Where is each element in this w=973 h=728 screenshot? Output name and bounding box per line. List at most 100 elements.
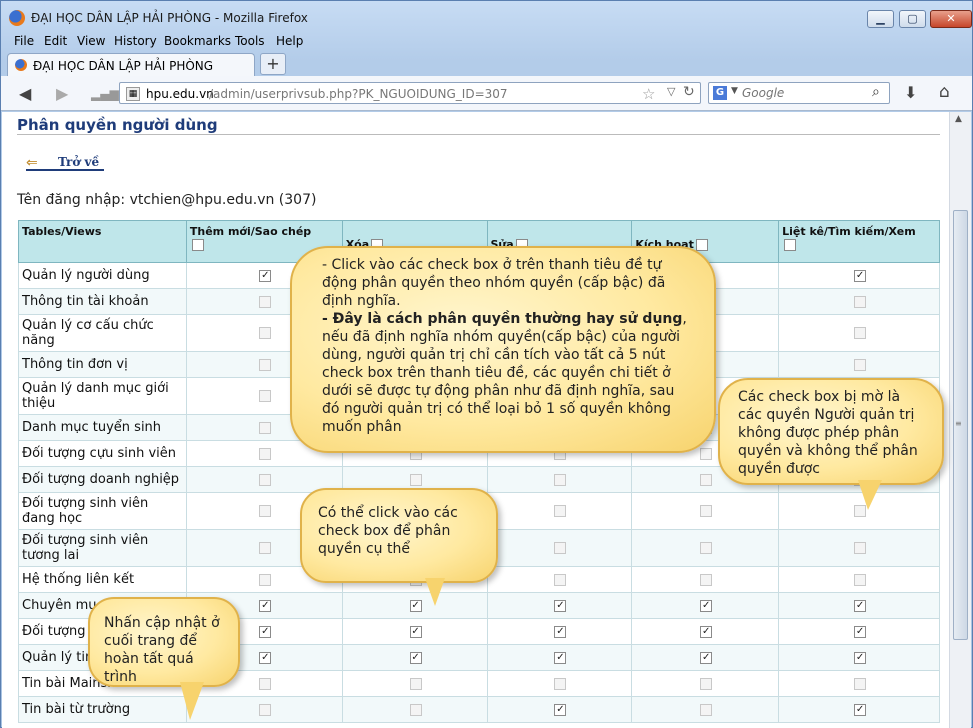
back-label: Trở về bbox=[58, 155, 100, 169]
permission-checkbox[interactable] bbox=[554, 599, 567, 612]
permission-checkbox bbox=[854, 327, 867, 339]
permission-checkbox[interactable] bbox=[700, 625, 713, 638]
permission-checkbox bbox=[259, 677, 272, 690]
callout-disabled-text: Các check box bị mờ là các quyền Người q… bbox=[738, 389, 918, 477]
menu-view[interactable]: View bbox=[77, 34, 105, 48]
permission-cell bbox=[631, 644, 780, 671]
row-label: Đối tượng sinh viên tương lai bbox=[18, 529, 187, 567]
permission-checkbox[interactable] bbox=[554, 703, 567, 716]
permission-checkbox[interactable] bbox=[554, 625, 567, 638]
row-label: Quản lý cơ cấu chức năng bbox=[18, 314, 187, 352]
url-dropdown-icon[interactable]: ▽ bbox=[667, 85, 675, 98]
permission-checkbox bbox=[700, 473, 713, 486]
permission-checkbox[interactable] bbox=[259, 269, 272, 282]
tab-hpu[interactable]: ĐẠI HỌC DÂN LẬP HẢI PHÒNG bbox=[7, 53, 255, 77]
permission-cell bbox=[631, 618, 780, 645]
header-add-checkbox[interactable] bbox=[191, 239, 204, 251]
permission-cell bbox=[341, 592, 488, 619]
permission-checkbox bbox=[700, 573, 713, 586]
menu-bar: File Edit View History Bookmarks Tools H… bbox=[1, 33, 972, 52]
permission-checkbox[interactable] bbox=[259, 599, 272, 612]
permission-checkbox[interactable] bbox=[854, 703, 867, 716]
navigation-toolbar: ◀ ▶ ▂▄▆ ▦ hpu.edu.vn /admin/userprivsub.… bbox=[1, 76, 972, 111]
favicon-icon bbox=[15, 59, 27, 71]
permission-checkbox bbox=[259, 327, 272, 339]
row-label: Đối tượng cựu sinh viên bbox=[18, 440, 187, 467]
permission-cell bbox=[185, 696, 343, 723]
header-activate-checkbox[interactable] bbox=[695, 239, 708, 251]
new-tab-button[interactable]: + bbox=[260, 53, 286, 75]
permission-checkbox[interactable] bbox=[700, 599, 713, 612]
permission-cell bbox=[778, 529, 940, 567]
menu-history[interactable]: History bbox=[114, 34, 157, 48]
permission-cell bbox=[631, 566, 780, 593]
vertical-scrollbar[interactable]: ▲ ≡ bbox=[949, 112, 971, 728]
menu-help[interactable]: Help bbox=[276, 34, 303, 48]
download-icon[interactable]: ⬇ bbox=[904, 83, 917, 102]
row-label: Thông tin đơn vị bbox=[18, 351, 187, 378]
callout-disabled-tail bbox=[858, 480, 882, 510]
header-list-checkbox[interactable] bbox=[784, 239, 797, 251]
engine-dropdown-icon[interactable]: ▼ bbox=[731, 86, 738, 96]
search-bar: G ▼ ⌕ bbox=[708, 82, 890, 104]
permission-checkbox[interactable] bbox=[554, 651, 567, 664]
permission-cell bbox=[486, 566, 633, 593]
permission-checkbox bbox=[854, 295, 867, 308]
permission-cell bbox=[341, 670, 488, 697]
permission-cell bbox=[778, 566, 940, 593]
permission-checkbox[interactable] bbox=[854, 625, 867, 638]
maximize-button[interactable]: ▢ bbox=[899, 10, 926, 28]
search-icon[interactable]: ⌕ bbox=[872, 84, 880, 100]
permission-cell bbox=[631, 696, 780, 723]
permission-cell bbox=[778, 644, 940, 671]
permission-checkbox bbox=[259, 390, 272, 402]
search-input[interactable] bbox=[742, 85, 868, 101]
menu-tools[interactable]: Tools bbox=[235, 34, 265, 48]
permission-checkbox[interactable] bbox=[409, 651, 422, 664]
forward-arrow-icon[interactable]: ▶ bbox=[56, 84, 68, 103]
callout-click-text: Có thể click vào các check box để phân q… bbox=[318, 505, 458, 557]
permission-cell bbox=[486, 670, 633, 697]
permission-checkbox[interactable] bbox=[854, 599, 867, 612]
minimize-button[interactable]: ▁ bbox=[867, 10, 894, 28]
permission-checkbox[interactable] bbox=[259, 625, 272, 638]
callout-update-tail bbox=[180, 682, 204, 720]
site-identity-icon[interactable]: ▦ bbox=[126, 87, 140, 101]
reload-icon[interactable]: ↻ bbox=[683, 84, 695, 100]
permission-checkbox[interactable] bbox=[409, 599, 422, 612]
url-bar[interactable]: ▦ hpu.edu.vn /admin/userprivsub.php?PK_N… bbox=[119, 82, 701, 104]
permission-checkbox bbox=[700, 677, 713, 690]
permission-checkbox bbox=[700, 447, 713, 460]
scroll-up-icon[interactable]: ▲ bbox=[955, 114, 962, 124]
permission-checkbox bbox=[259, 421, 272, 434]
header-label: Thêm mới/Sao chép bbox=[189, 225, 312, 238]
back-link[interactable]: ⇐ Trở về bbox=[26, 154, 104, 171]
google-icon[interactable]: G bbox=[713, 86, 727, 100]
callout-update-text: Nhấn cập nhật ở cuối trang để hoàn tất q… bbox=[104, 615, 220, 685]
menu-bookmarks[interactable]: Bookmarks bbox=[164, 34, 231, 48]
permission-checkbox bbox=[259, 358, 272, 371]
back-arrow-icon: ⇐ bbox=[26, 155, 38, 171]
permission-checkbox bbox=[854, 542, 867, 554]
permission-checkbox[interactable] bbox=[700, 651, 713, 664]
row-label: Đối tượng doanh nghiệp bbox=[18, 466, 187, 493]
permission-checkbox[interactable] bbox=[259, 651, 272, 664]
back-arrow-icon[interactable]: ◀ bbox=[19, 84, 31, 103]
permission-checkbox[interactable] bbox=[854, 651, 867, 664]
permission-checkbox[interactable] bbox=[854, 269, 867, 282]
table-row: Tin bài từ trường bbox=[18, 696, 940, 723]
permission-checkbox bbox=[854, 677, 867, 690]
menu-edit[interactable]: Edit bbox=[44, 34, 67, 48]
permission-cell bbox=[778, 670, 940, 697]
header-label: Liệt kê/Tìm kiếm/Xem bbox=[782, 225, 916, 238]
permission-checkbox bbox=[259, 473, 272, 486]
close-button[interactable]: ✕ bbox=[930, 10, 972, 28]
bookmark-star-icon[interactable]: ☆ bbox=[642, 85, 655, 103]
permission-cell bbox=[778, 288, 940, 315]
permission-cell bbox=[631, 670, 780, 697]
permission-checkbox bbox=[554, 677, 567, 690]
permission-checkbox[interactable] bbox=[409, 625, 422, 638]
header-label: Tables/Views bbox=[22, 225, 102, 238]
menu-file[interactable]: File bbox=[14, 34, 34, 48]
home-icon[interactable]: ⌂ bbox=[939, 82, 950, 102]
